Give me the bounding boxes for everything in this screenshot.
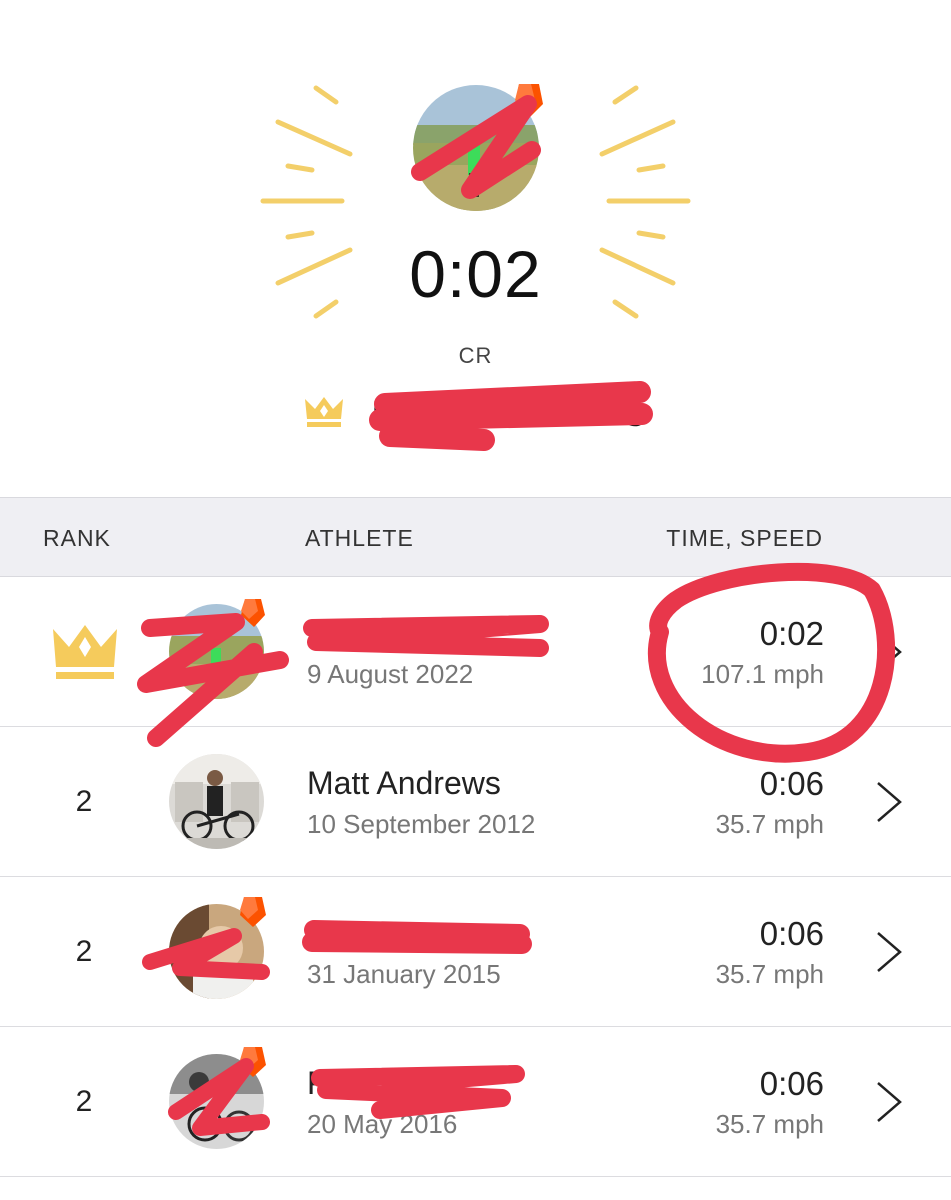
leaderboard-row[interactable]: 2 Matt Andrews 10 September 2012 0:06 35… <box>0 727 951 877</box>
effort-time: 0:02 <box>759 615 824 652</box>
effort-date: 9 August 2022 <box>307 659 474 689</box>
hero-athlete-name-start: B <box>372 393 398 434</box>
time-speed-column-header: TIME, SPEED <box>666 525 823 551</box>
effort-time: 0:06 <box>759 915 824 952</box>
effort-date: 20 May 2016 <box>307 1109 458 1139</box>
leaderboard-row[interactable]: 9 August 2022 0:02 107.1 mph <box>0 577 951 727</box>
strava-badge-icon <box>240 897 266 927</box>
effort-time: 0:06 <box>759 765 824 802</box>
athlete-name: Matt Andrews <box>307 765 501 801</box>
athlete-avatar[interactable] <box>169 754 264 849</box>
chevron-right-icon <box>877 932 902 972</box>
chevron-right-icon <box>877 632 902 672</box>
effort-date: 31 January 2015 <box>307 959 501 989</box>
effort-time: 0:06 <box>759 1065 824 1102</box>
strava-badge-icon <box>515 84 543 118</box>
rank-column-header: RANK <box>43 525 111 551</box>
hero-athlete-name-end: s <box>625 393 646 434</box>
rank-number: 2 <box>75 1085 93 1118</box>
hero-cr-label: CR <box>458 343 493 368</box>
strava-badge-icon <box>240 1047 266 1077</box>
chevron-right-icon <box>877 1082 902 1122</box>
leaderboard-header: RANK ATHLETE TIME, SPEED <box>0 497 951 577</box>
rank-number: 2 <box>75 935 93 968</box>
crown-icon <box>53 625 117 679</box>
crown-icon <box>305 397 343 427</box>
effort-speed: 35.7 mph <box>715 1109 824 1139</box>
strava-badge-icon <box>241 599 265 627</box>
leaderboard-row[interactable]: 2 J 31 January 2015 0:06 35.7 mph <box>0 877 951 1027</box>
effort-speed: 35.7 mph <box>715 809 824 839</box>
athlete-name: J <box>307 915 323 951</box>
athlete-name: P <box>307 1065 329 1101</box>
chevron-right-icon <box>877 782 902 822</box>
athlete-column-header: ATHLETE <box>305 525 414 551</box>
hero-time: 0:02 <box>409 237 542 311</box>
cr-hero: 0:02 CR B s <box>0 0 951 497</box>
leaderboard-row[interactable]: 2 P 20 May 2016 0:06 35.7 mph <box>0 1027 951 1177</box>
rank-number: 2 <box>75 785 93 818</box>
effort-date: 10 September 2012 <box>307 809 536 839</box>
effort-speed: 35.7 mph <box>715 959 824 989</box>
effort-speed: 107.1 mph <box>701 659 824 689</box>
avatar-photo <box>169 754 264 849</box>
